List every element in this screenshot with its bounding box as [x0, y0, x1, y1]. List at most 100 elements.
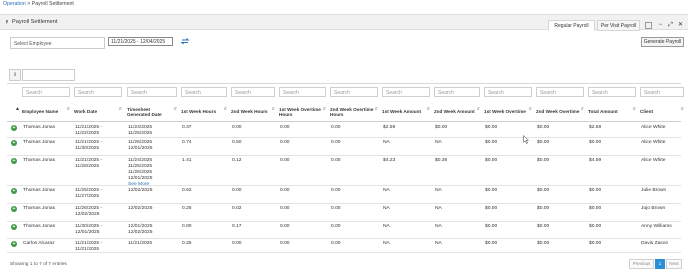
- cell-employee-name: Thomas Jonas: [23, 158, 56, 163]
- column-header[interactable]: Employee Name ⇵: [22, 103, 72, 121]
- cell-week1-amount: NA: [383, 224, 390, 229]
- column-header[interactable]: 1st Week Amount ⇵: [382, 103, 432, 121]
- date-range-input[interactable]: 11/21/2025 - 12/04/2025: [108, 37, 173, 46]
- column-header-label: Employee Name: [22, 109, 59, 115]
- sort-icon[interactable]: ⇵: [477, 106, 480, 112]
- sort-icon[interactable]: ⇵: [67, 106, 70, 112]
- sort-icon[interactable]: ⇵: [375, 106, 378, 112]
- window-box-icon[interactable]: [645, 22, 652, 29]
- cell-week2-ot: $0.00: [537, 188, 550, 193]
- refresh-icon[interactable]: [180, 36, 190, 46]
- column-header[interactable]: Client ⇵: [640, 103, 686, 121]
- column-header[interactable]: Timesheet Generated Date ⇵: [127, 103, 179, 121]
- expand-row-icon[interactable]: +: [11, 125, 17, 131]
- breadcrumb-operation-link[interactable]: Operation: [3, 1, 26, 7]
- cell-week1-amount: $4.23: [383, 158, 396, 163]
- cell-week1-amount: NA: [383, 140, 390, 145]
- expand-row-icon[interactable]: +: [11, 158, 17, 164]
- tab-regular-payroll[interactable]: Regular Payroll: [548, 20, 595, 31]
- column-settings-icon[interactable]: ⇕: [9, 69, 21, 81]
- expand-icon[interactable]: ⤢: [666, 21, 675, 29]
- column-header[interactable]: 1st Week Hours ⇵: [181, 103, 229, 121]
- sort-icon[interactable]: ⇵: [633, 106, 636, 112]
- sort-icon[interactable]: ⇵: [323, 106, 326, 112]
- column-search-input[interactable]: Search: [74, 87, 122, 97]
- cell-week2-ot: $0.00: [537, 140, 550, 145]
- sort-icon[interactable]: ⇵: [174, 106, 177, 112]
- column-search-input[interactable]: Search: [434, 87, 480, 97]
- cell-week2-hours: 0.17: [232, 224, 242, 229]
- expand-row-icon[interactable]: +: [11, 224, 17, 230]
- column-search-input[interactable]: Search: [484, 87, 532, 97]
- generate-payroll-button[interactable]: Generate Payroll: [641, 37, 684, 47]
- close-icon[interactable]: ✕: [676, 21, 685, 29]
- cell-line: 11/28/2025: [75, 164, 100, 169]
- column-header[interactable]: 2nd Week Overtime ⇵: [536, 103, 586, 121]
- expand-row-icon[interactable]: +: [11, 206, 17, 212]
- column-header[interactable]: Total Amount ⇵: [588, 103, 638, 121]
- cell-week2-ot-hours: 0.00: [331, 224, 341, 229]
- breadcrumb-separator: >: [27, 1, 31, 7]
- cell-week2-hours: 0.00: [232, 241, 242, 246]
- mouse-cursor-icon: [523, 135, 529, 144]
- column-header[interactable]: 2nd Week Overtime Hours ⇵: [330, 103, 380, 121]
- expand-row-icon[interactable]: +: [11, 140, 17, 146]
- column-search-input[interactable]: Search: [640, 87, 684, 97]
- cell-work-date: 11/21/2025 -11/22/2025: [75, 125, 102, 137]
- page-1-button[interactable]: 1: [655, 259, 665, 269]
- column-search-input[interactable]: Search: [181, 87, 227, 97]
- breadcrumb: Operation > Payroll Settlement: [3, 1, 74, 7]
- cell-line: 12/01/2025: [128, 146, 153, 151]
- expand-row-icon[interactable]: +: [11, 241, 17, 247]
- expand-row-icon[interactable]: +: [11, 188, 17, 194]
- cell-week2-hours: 0.00: [232, 188, 242, 193]
- column-search-input[interactable]: Search: [279, 87, 326, 97]
- cell-line: 12/02/2025: [128, 230, 153, 235]
- sort-asc-icon[interactable]: ▲: [15, 106, 20, 112]
- cell-employee-name: Thomas Jonas: [23, 224, 56, 229]
- column-header[interactable]: Work Date ⇵: [74, 103, 124, 121]
- sort-icon[interactable]: ⇵: [119, 106, 122, 112]
- cell-work-date: 11/30/2025 -12/01/2025: [75, 224, 102, 236]
- cell-week1-amount: $2.59: [383, 125, 396, 130]
- column-search-input[interactable]: Search: [22, 87, 70, 97]
- cell-client: Alice White: [641, 158, 666, 163]
- column-header[interactable]: 1st Week Overtime ⇵: [484, 103, 534, 121]
- column-header[interactable]: 2nd Week Hours ⇵: [231, 103, 277, 121]
- column-search-input[interactable]: Search: [536, 87, 584, 97]
- next-page-button[interactable]: Next: [666, 259, 682, 269]
- cell-week2-hours: 0.02: [232, 206, 242, 211]
- column-header-label: 1st Week Hours: [181, 109, 217, 115]
- column-search-input[interactable]: Search: [382, 87, 430, 97]
- cell-week1-ot: $0.00: [485, 125, 498, 130]
- cell-week1-ot: $0.00: [485, 140, 498, 145]
- column-search-input[interactable]: Search: [127, 87, 177, 97]
- column-search-input[interactable]: Search: [588, 87, 636, 97]
- column-search-input[interactable]: Search: [330, 87, 378, 97]
- panel-caret-icon: [6, 19, 10, 24]
- employee-select[interactable]: Select Employee: [10, 37, 105, 49]
- column-header[interactable]: 1st Week Overtime Hours ⇵: [279, 103, 328, 121]
- cell-generated-date: 11/21/2025: [128, 241, 152, 247]
- sort-icon[interactable]: ⇵: [529, 106, 532, 112]
- breadcrumb-current: Payroll Settlement: [31, 1, 74, 7]
- sort-icon[interactable]: ⇵: [272, 106, 275, 112]
- column-header[interactable]: 2nd Week Amount ⇵: [434, 103, 482, 121]
- cell-employee-name: Thomas Jonas: [23, 140, 56, 145]
- sort-icon[interactable]: ⇵: [681, 106, 684, 112]
- sort-icon[interactable]: ⇵: [581, 106, 584, 112]
- column-header-label: 1st Week Overtime: [484, 109, 526, 115]
- global-search-input[interactable]: [22, 69, 75, 81]
- previous-page-button[interactable]: Previous: [629, 259, 654, 269]
- cell-week2-amount: NA: [435, 224, 442, 229]
- cell-week1-ot-hours: 0.00: [280, 158, 290, 163]
- sort-icon[interactable]: ⇵: [427, 106, 430, 112]
- sort-icon[interactable]: ⇵: [224, 106, 227, 112]
- tab-per-visit-payroll[interactable]: Per Visit Payroll: [597, 20, 640, 31]
- column-search-input[interactable]: Search: [231, 87, 275, 97]
- column-header-label: 2nd Week Overtime: [536, 109, 580, 115]
- column-header-label: Timesheet Generated Date: [127, 106, 162, 118]
- minimize-icon[interactable]: −: [656, 21, 665, 29]
- cell-client: Alice White: [641, 140, 666, 145]
- cell-total-amount: $4.59: [589, 158, 602, 163]
